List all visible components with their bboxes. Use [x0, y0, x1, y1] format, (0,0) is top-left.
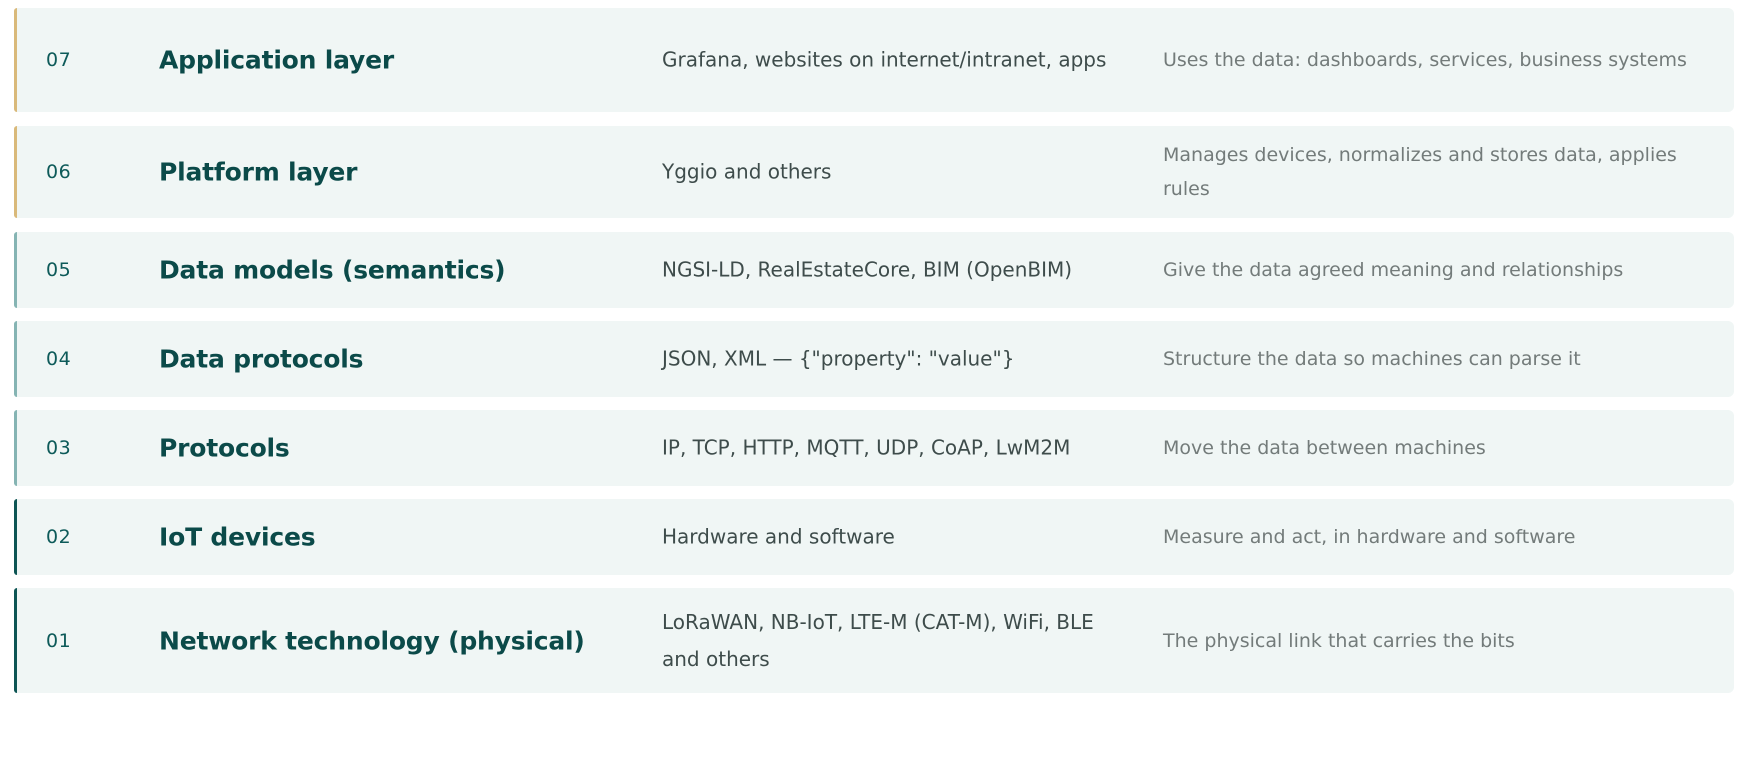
layer-name: Network technology (physical)	[159, 626, 585, 655]
layer-number: 07	[46, 49, 72, 71]
layer-role: Move the data between machines	[1163, 437, 1486, 459]
layer-name: Protocols	[159, 433, 290, 463]
layer-technologies: Hardware and software	[662, 524, 895, 549]
layer-role: The physical link that carries the bits	[1163, 629, 1515, 652]
layer-name: IoT devices	[159, 522, 316, 552]
layer-number: 06	[46, 161, 72, 183]
layer-role: Measure and act, in hardware and softwar…	[1163, 526, 1576, 548]
layer-technologies: Grafana, websites on internet/intranet, …	[662, 47, 1107, 72]
layer-row-03: 03 Protocols IP, TCP, HTTP, MQTT, UDP, C…	[14, 410, 1734, 486]
layer-row-07: 07 Application layer Grafana, websites o…	[14, 8, 1734, 112]
layer-number: 03	[46, 437, 72, 459]
layer-number: 05	[46, 259, 72, 281]
layer-row-05: 05 Data models (semantics) NGSI-LD, Real…	[14, 232, 1734, 308]
layer-number: 01	[46, 629, 72, 652]
layer-technologies: IP, TCP, HTTP, MQTT, UDP, CoAP, LwM2M	[662, 435, 1071, 460]
layer-technologies: Yggio and others	[662, 159, 832, 184]
layer-row-02: 02 IoT devices Hardware and software Mea…	[14, 499, 1734, 575]
layer-name: Application layer	[159, 45, 395, 75]
layer-technologies: NGSI-LD, RealEstateCore, BIM (OpenBIM)	[662, 257, 1073, 282]
layer-number: 02	[46, 526, 72, 548]
layer-stack: 07 Application layer Grafana, websites o…	[0, 0, 1745, 781]
layer-technologies: JSON, XML — {"property": "value"}	[662, 346, 1015, 371]
layer-row-06: 06 Platform layer Yggio and others Manag…	[14, 126, 1734, 218]
layer-name: Data models (semantics)	[159, 255, 506, 285]
layer-role: Give the data agreed meaning and relatio…	[1163, 259, 1624, 281]
layer-name: Data protocols	[159, 344, 364, 374]
layer-row-04: 04 Data protocols JSON, XML — {"property…	[14, 321, 1734, 397]
layer-number: 04	[46, 348, 72, 370]
layer-row-01: 01 Network technology (physical) LoRaWAN…	[14, 588, 1734, 693]
layer-role: Uses the data: dashboards, services, bus…	[1163, 49, 1687, 71]
layer-role: Manages devices, normalizes and stores d…	[1163, 144, 1677, 200]
layer-name: Platform layer	[159, 157, 358, 187]
layer-technologies: LoRaWAN, NB-IoT, LTE-M (CAT-M), WiFi, BL…	[662, 609, 1094, 671]
layer-role: Structure the data so machines can parse…	[1163, 348, 1581, 370]
